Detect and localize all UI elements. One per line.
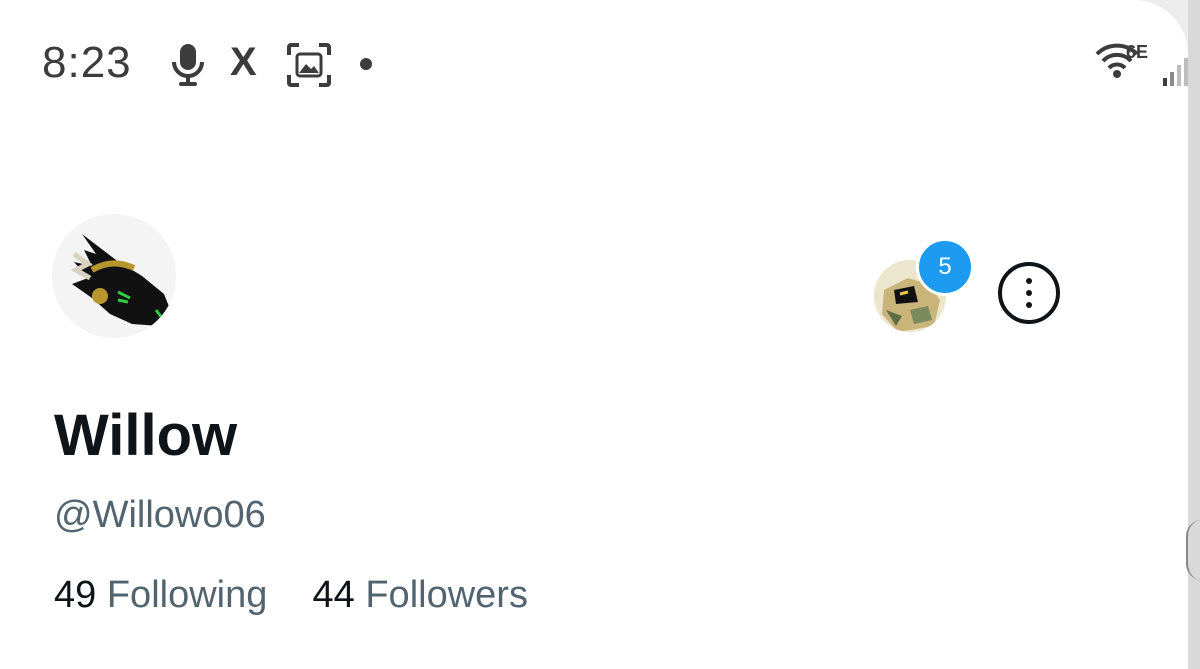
- status-time: 8:23: [42, 38, 132, 87]
- notification-dot: [360, 58, 372, 70]
- more-dot-middle: [1026, 290, 1032, 296]
- profile-screen: 8:23 X 6E 5 Willow @Willowo06 49 Followi…: [0, 0, 1188, 669]
- status-bar: 8:23 X 6E: [0, 0, 1188, 130]
- network-type-label: 6E: [1126, 42, 1149, 62]
- following-link[interactable]: 49 Following: [54, 574, 278, 616]
- notification-count-badge: 5: [916, 238, 974, 296]
- mic-icon: [170, 42, 206, 93]
- signal-icon: [1162, 56, 1188, 91]
- followers-link[interactable]: 44 Followers: [313, 574, 528, 616]
- screenshot-icon: [286, 42, 332, 93]
- more-dot-top: [1026, 278, 1032, 284]
- display-name: Willow: [54, 403, 238, 468]
- follow-stats: 49 Following 44 Followers: [54, 574, 528, 617]
- user-handle: @Willowo06: [54, 494, 266, 536]
- followers-label: Followers: [365, 574, 528, 616]
- following-label: Following: [106, 574, 268, 616]
- followers-count: 44: [312, 574, 355, 616]
- more-options-button[interactable]: [998, 262, 1060, 324]
- background-app-edge-mark: [1186, 520, 1200, 580]
- x-logo-icon: X: [230, 40, 257, 84]
- following-count: 49: [54, 574, 97, 616]
- profile-avatar[interactable]: [52, 214, 176, 338]
- more-dot-bottom: [1026, 302, 1032, 308]
